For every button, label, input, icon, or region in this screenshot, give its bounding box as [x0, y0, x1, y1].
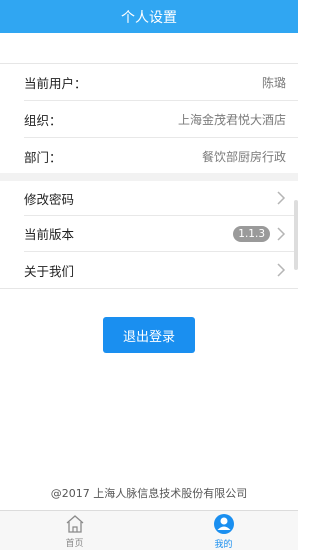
logout-button[interactable]: 退出登录 — [103, 317, 195, 353]
settings-menu: 修改密码 当前版本 1.1.3 关于我们 — [0, 181, 298, 289]
change-password-label: 修改密码 — [24, 191, 75, 207]
about-us-label: 关于我们 — [24, 263, 75, 279]
organization-label: 组织： — [24, 112, 62, 128]
about-us-item[interactable]: 关于我们 — [24, 252, 298, 288]
current-version-label: 当前版本 — [24, 227, 75, 242]
copyright-text: @2017 上海人脉信息技术股份有限公司 — [50, 487, 248, 500]
department-value: 餐饮部厨房行政 — [201, 149, 286, 164]
profile-icon — [213, 513, 234, 534]
tab-mine-label: 我的 — [214, 539, 233, 550]
chevron-right-icon — [277, 263, 286, 277]
version-badge: 1.1.3 — [233, 225, 270, 242]
profile-section: 当前用户： 陈璐 组织： 上海金茂君悦大酒店 部门： 餐饮部厨房行政 — [0, 63, 298, 173]
tab-mine[interactable]: 我的 — [149, 511, 298, 550]
current-user-label: 当前用户： — [24, 75, 87, 91]
section-divider — [0, 173, 298, 181]
scrollbar[interactable] — [294, 200, 298, 270]
tab-home[interactable]: 首页 — [0, 511, 149, 550]
bottom-tab-bar: 首页 我的 — [0, 510, 298, 550]
tab-home-label: 首页 — [65, 538, 84, 549]
department-label: 部门： — [24, 149, 62, 165]
page-title: 个人设置 — [121, 9, 177, 26]
top-bar: 个人设置 — [0, 0, 298, 33]
organization-row: 组织： 上海金茂君悦大酒店 — [24, 101, 298, 138]
current-user-value: 陈璐 — [261, 75, 286, 90]
current-version-item[interactable]: 当前版本 1.1.3 — [24, 216, 298, 252]
home-icon — [66, 514, 83, 533]
top-spacer — [0, 33, 298, 63]
organization-value: 上海金茂君悦大酒店 — [177, 112, 286, 127]
change-password-item[interactable]: 修改密码 — [24, 181, 298, 216]
department-row: 部门： 餐饮部厨房行政 — [24, 138, 298, 174]
chevron-right-icon — [277, 226, 286, 241]
chevron-right-icon — [277, 191, 286, 205]
current-user-row: 当前用户： 陈璐 — [24, 64, 298, 101]
